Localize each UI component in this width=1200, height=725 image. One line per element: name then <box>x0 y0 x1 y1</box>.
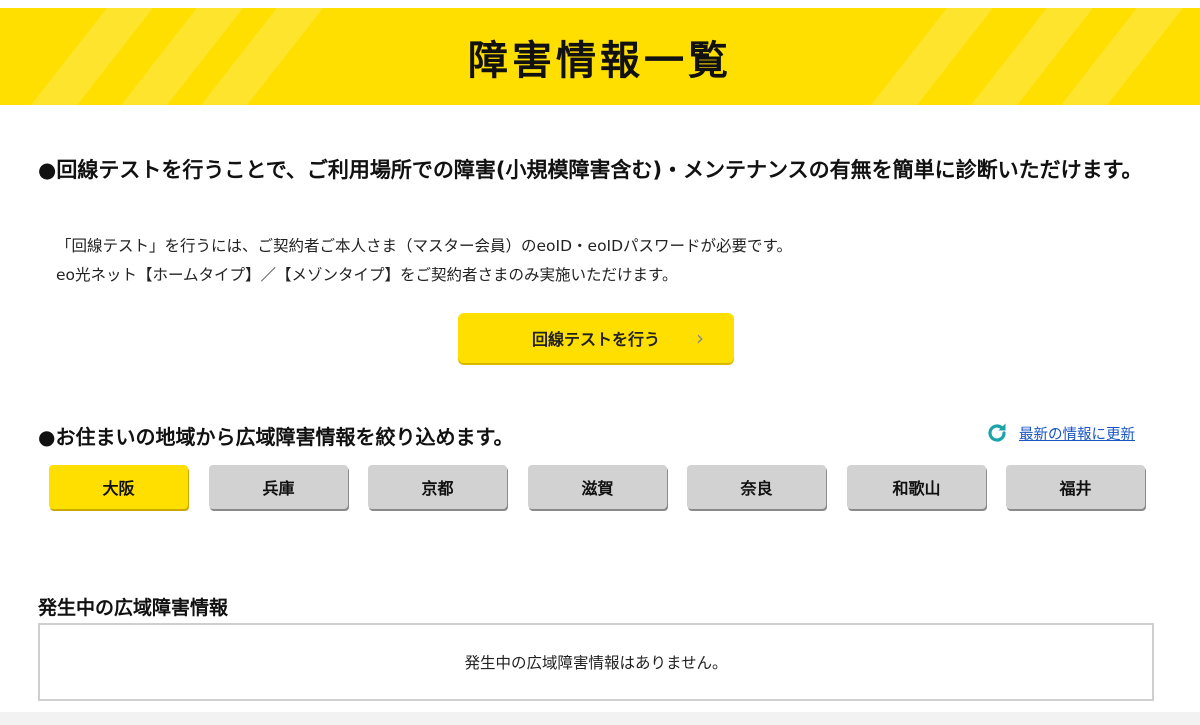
bottom-strip <box>0 712 1200 725</box>
current-outage-box: 発生中の広域障害情報はありません。 <box>38 623 1154 701</box>
chevron-right-icon: › <box>696 326 704 350</box>
line-test-note-1: 「回線テスト」を行うには、ご契約者ご本人さま（マスター会員）のeoID・eoID… <box>56 237 793 255</box>
page-header: 障害情報一覧 <box>0 8 1200 105</box>
refresh-link-group[interactable]: 最新の情報に更新 <box>985 421 1135 445</box>
region-filter-heading: ●お住まいの地域から広域障害情報を絞り込めます。 <box>38 425 514 449</box>
top-strip <box>0 0 1200 8</box>
refresh-link[interactable]: 最新の情報に更新 <box>1019 423 1135 444</box>
line-test-heading: ●回線テストを行うことで、ご利用場所での障害(小規模障害含む)・メンテナンスの有… <box>38 158 1143 182</box>
line-test-button[interactable]: 回線テストを行う › <box>458 313 734 363</box>
current-outage-empty-message: 発生中の広域障害情報はありません。 <box>464 654 728 672</box>
current-outage-heading: 発生中の広域障害情報 <box>38 597 229 619</box>
line-test-button-label: 回線テストを行う <box>531 330 660 349</box>
region-tab-shiga[interactable]: 滋賀 <box>528 465 667 509</box>
region-tab-hyogo[interactable]: 兵庫 <box>209 465 348 509</box>
region-tab-kyoto[interactable]: 京都 <box>368 465 507 509</box>
region-tab-osaka[interactable]: 大阪 <box>49 465 188 509</box>
page-title: 障害情報一覧 <box>468 37 732 84</box>
refresh-icon[interactable] <box>985 421 1009 445</box>
region-tab-nara[interactable]: 奈良 <box>687 465 826 509</box>
line-test-note-2: eo光ネット【ホームタイプ】／【メゾンタイプ】をご契約者さまのみ実施いただけます… <box>56 266 678 284</box>
region-tab-wakayama[interactable]: 和歌山 <box>847 465 986 509</box>
region-tab-fukui[interactable]: 福井 <box>1006 465 1145 509</box>
